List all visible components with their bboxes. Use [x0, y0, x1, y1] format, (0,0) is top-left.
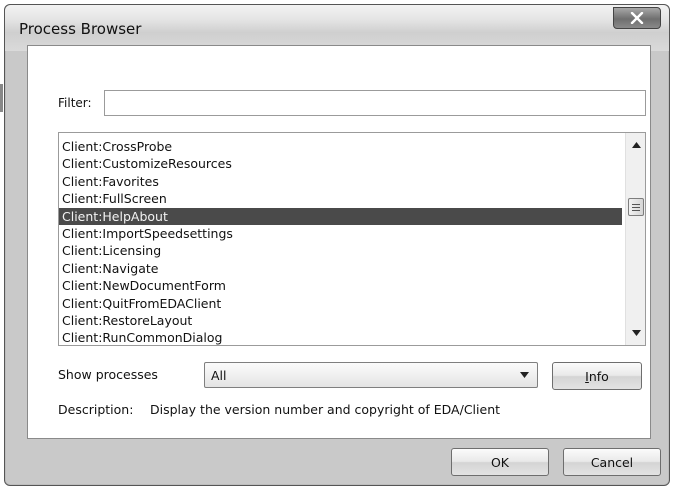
scroll-down-arrow[interactable] [626, 323, 645, 343]
process-list-item[interactable]: Client:RunCommonDialog [59, 329, 622, 345]
filter-input[interactable] [104, 90, 646, 116]
close-x-icon [630, 12, 644, 24]
close-button[interactable] [613, 7, 661, 29]
grip-line [632, 203, 640, 205]
process-browser-dialog: Process Browser Filter: Client:CrossProb… [4, 4, 670, 486]
process-list-items: Client:CrossProbe Client:CustomizeResourc… [59, 138, 622, 345]
process-list-item[interactable]: Client:CrossProbe [59, 138, 622, 155]
dialog-content-panel: Filter: Client:CrossProbe Client:Customiz… [27, 45, 651, 439]
grip-line [632, 209, 640, 211]
grip-line [632, 206, 640, 208]
dropdown-selected-value: All [211, 368, 227, 383]
scroll-thumb[interactable] [628, 198, 644, 216]
process-list-item[interactable]: Client:Licensing [59, 242, 622, 259]
description-label: Description: [58, 402, 134, 417]
filter-label: Filter: [58, 96, 92, 110]
cancel-button[interactable]: Cancel [563, 448, 661, 476]
process-list-item[interactable]: Client:FullScreen [59, 190, 622, 207]
dropdown-arrow-icon [520, 372, 529, 378]
chevron-up-icon [631, 142, 641, 148]
info-button-label: nfo [588, 368, 609, 384]
process-list-item[interactable]: Client:RestoreLayout [59, 312, 622, 329]
process-list-item[interactable]: Client:QuitFromEDAClient [59, 295, 622, 312]
scroll-up-arrow[interactable] [626, 135, 645, 155]
description-value: Display the version number and copyright… [150, 402, 501, 417]
process-listbox[interactable]: Client:CrossProbe Client:CustomizeResourc… [58, 132, 646, 346]
process-list-item[interactable]: Client:Favorites [59, 173, 622, 190]
process-list-item[interactable]: Client:Navigate [59, 260, 622, 277]
process-list-item[interactable]: Client:HelpAbout [59, 207, 622, 225]
show-processes-dropdown[interactable]: All [204, 362, 538, 388]
vertical-scrollbar[interactable] [625, 133, 645, 345]
window-title: Process Browser [19, 20, 142, 38]
ok-button[interactable]: OK [451, 448, 549, 476]
info-button[interactable]: Info [552, 362, 642, 390]
show-processes-label: Show processes [58, 367, 158, 382]
process-list-item[interactable]: Client:CustomizeResources [59, 155, 622, 172]
chevron-down-icon [631, 330, 641, 336]
process-list-item[interactable]: Client:ImportSpeedsettings [59, 225, 622, 242]
background-window-edge [0, 84, 3, 112]
process-list-item[interactable]: Client:NewDocumentForm [59, 277, 622, 294]
